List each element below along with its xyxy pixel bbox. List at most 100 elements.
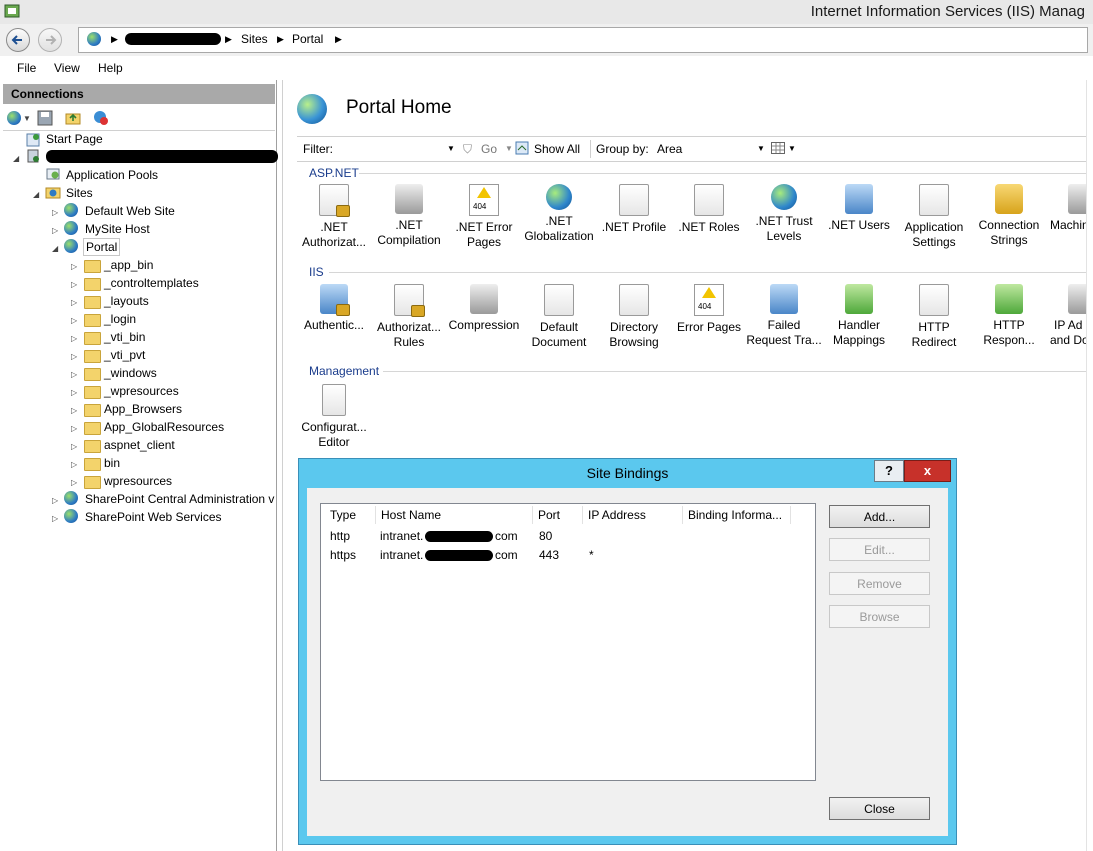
feature-http-redirect[interactable]: HTTP Redirect	[896, 284, 972, 350]
tree-site-default-web-site[interactable]: Default Web Site	[85, 204, 175, 218]
tree-application-pools[interactable]: Application Pools	[66, 168, 158, 182]
collapsed-triangle-icon[interactable]: ▷	[71, 298, 77, 307]
feature-net-users[interactable]: .NET Users	[821, 184, 897, 233]
show-all-button[interactable]: Show All	[534, 142, 580, 156]
tree-sites[interactable]: Sites	[66, 186, 93, 200]
tree-folder[interactable]: bin	[104, 456, 120, 470]
close-icon[interactable]: x	[904, 460, 951, 482]
table-row[interactable]: http intranet. com 80	[321, 527, 815, 545]
collapsed-triangle-icon[interactable]: ▷	[71, 424, 77, 433]
feature-directory-browsing[interactable]: Directory Browsing	[596, 284, 672, 350]
feature-error-pages[interactable]: Error Pages	[671, 284, 747, 335]
up-folder-icon[interactable]	[65, 110, 81, 126]
feature-application-settings[interactable]: Application Settings	[896, 184, 972, 250]
collapsed-triangle-icon[interactable]: ▷	[71, 478, 77, 487]
tree-folder[interactable]: App_GlobalResources	[104, 420, 224, 434]
feature-net-roles[interactable]: .NET Roles	[671, 184, 747, 235]
feature-net-compilation[interactable]: .NET Compilation	[371, 184, 447, 248]
close-button[interactable]: Close	[829, 797, 930, 820]
tree-folder[interactable]: _layouts	[104, 294, 149, 308]
feature-handler-mappings[interactable]: Handler Mappings	[821, 284, 897, 348]
breadcrumb-sites[interactable]: Sites	[241, 32, 268, 46]
edit-button[interactable]: Edit...	[829, 538, 930, 561]
tree-start-page[interactable]: Start Page	[46, 132, 103, 146]
expanded-triangle-icon[interactable]: ◢	[33, 190, 39, 199]
address-field[interactable]: ▶ ▶ Sites ▶ Portal ▶	[78, 27, 1088, 53]
feature-configuration-editor[interactable]: Configurat... Editor	[296, 384, 372, 450]
menu-file[interactable]: File	[17, 61, 36, 75]
column-header-ip-address[interactable]: IP Address	[583, 506, 683, 524]
go-button[interactable]: Go	[481, 142, 497, 156]
table-row[interactable]: https intranet. com 443 *	[321, 546, 815, 564]
tree-folder[interactable]: aspnet_client	[104, 438, 175, 452]
connect-globe-icon[interactable]	[7, 111, 21, 125]
tree-folder[interactable]: _vti_pvt	[104, 348, 145, 362]
feature-authentication[interactable]: Authentic...	[296, 284, 372, 333]
menu-help[interactable]: Help	[98, 61, 123, 75]
tree-site-web-services[interactable]: SharePoint Web Services	[85, 510, 222, 524]
group-by-dropdown-arrow-icon[interactable]: ▼	[757, 144, 765, 153]
vertical-scrollbar[interactable]	[1086, 80, 1093, 851]
tree-folder[interactable]: _wpresources	[104, 384, 179, 398]
forward-button[interactable]	[38, 28, 62, 52]
tree-folder[interactable]: _login	[104, 312, 136, 326]
view-dropdown-arrow-icon[interactable]: ▼	[788, 144, 796, 153]
collapsed-triangle-icon[interactable]: ▷	[71, 370, 77, 379]
collapsed-triangle-icon[interactable]: ▷	[52, 496, 58, 505]
feature-connection-strings[interactable]: Connection Strings	[971, 184, 1047, 248]
collapsed-triangle-icon[interactable]: ▷	[71, 352, 77, 361]
collapsed-triangle-icon[interactable]: ▷	[52, 226, 58, 235]
menu-view[interactable]: View	[54, 61, 80, 75]
column-header-host-name[interactable]: Host Name	[376, 506, 533, 524]
collapsed-triangle-icon[interactable]: ▷	[71, 406, 77, 415]
collapsed-triangle-icon[interactable]: ▷	[52, 514, 58, 523]
tree-folder[interactable]: wpresources	[104, 474, 172, 488]
browse-button[interactable]: Browse	[829, 605, 930, 628]
filter-input[interactable]	[345, 139, 455, 157]
feature-http-response-headers[interactable]: HTTP Respon...	[971, 284, 1047, 348]
expanded-triangle-icon[interactable]: ◢	[13, 154, 19, 163]
collapsed-triangle-icon[interactable]: ▷	[71, 262, 77, 271]
collapsed-triangle-icon[interactable]: ▷	[71, 388, 77, 397]
tree-site-central-admin[interactable]: SharePoint Central Administration v	[85, 492, 275, 506]
column-header-port[interactable]: Port	[533, 506, 583, 524]
tree-site-portal[interactable]: Portal	[83, 238, 121, 256]
group-by-select[interactable]: Area	[657, 142, 682, 156]
tree-site-mysite-host[interactable]: MySite Host	[85, 222, 150, 236]
filter-dropdown-arrow-icon[interactable]: ▼	[447, 144, 455, 153]
breadcrumb-portal[interactable]: Portal	[292, 32, 323, 46]
disconnect-icon[interactable]	[93, 110, 109, 126]
dropdown-arrow-icon[interactable]: ▼	[23, 114, 31, 123]
column-header-type[interactable]: Type	[325, 506, 376, 524]
expanded-triangle-icon[interactable]: ◢	[52, 244, 58, 253]
bindings-list[interactable]: Type Host Name Port IP Address Binding I…	[320, 503, 816, 781]
feature-net-error-pages[interactable]: .NET Error Pages	[446, 184, 522, 250]
feature-net-globalization[interactable]: .NET Globalization	[521, 184, 597, 244]
tree-folder[interactable]: App_Browsers	[104, 402, 182, 416]
feature-net-profile[interactable]: .NET Profile	[596, 184, 672, 235]
collapsed-triangle-icon[interactable]: ▷	[71, 334, 77, 343]
feature-net-authorization[interactable]: .NET Authorizat...	[296, 184, 372, 250]
tree-folder[interactable]: _controltemplates	[104, 276, 199, 290]
collapsed-triangle-icon[interactable]: ▷	[71, 442, 77, 451]
feature-net-trust-levels[interactable]: .NET Trust Levels	[746, 184, 822, 244]
feature-compression[interactable]: Compression	[446, 284, 522, 333]
feature-failed-request-tracing[interactable]: Failed Request Tra...	[746, 284, 822, 348]
save-icon[interactable]	[37, 110, 53, 126]
feature-default-document[interactable]: Default Document	[521, 284, 597, 350]
column-header-binding-information[interactable]: Binding Informa...	[683, 506, 791, 524]
help-button[interactable]: ?	[874, 460, 904, 482]
feature-authorization-rules[interactable]: Authorizat... Rules	[371, 284, 447, 350]
view-grid-icon[interactable]	[771, 142, 785, 154]
collapsed-triangle-icon[interactable]: ▷	[71, 280, 77, 289]
collapsed-triangle-icon[interactable]: ▷	[52, 208, 58, 217]
back-button[interactable]	[6, 28, 30, 52]
remove-button[interactable]: Remove	[829, 572, 930, 595]
collapsed-triangle-icon[interactable]: ▷	[71, 460, 77, 469]
add-button[interactable]: Add...	[829, 505, 930, 528]
tree-folder[interactable]: _app_bin	[104, 258, 153, 272]
tree-folder[interactable]: _vti_bin	[104, 330, 145, 344]
go-dropdown-arrow-icon[interactable]: ▼	[505, 144, 513, 153]
collapsed-triangle-icon[interactable]: ▷	[71, 316, 77, 325]
tree-folder[interactable]: _windows	[104, 366, 157, 380]
